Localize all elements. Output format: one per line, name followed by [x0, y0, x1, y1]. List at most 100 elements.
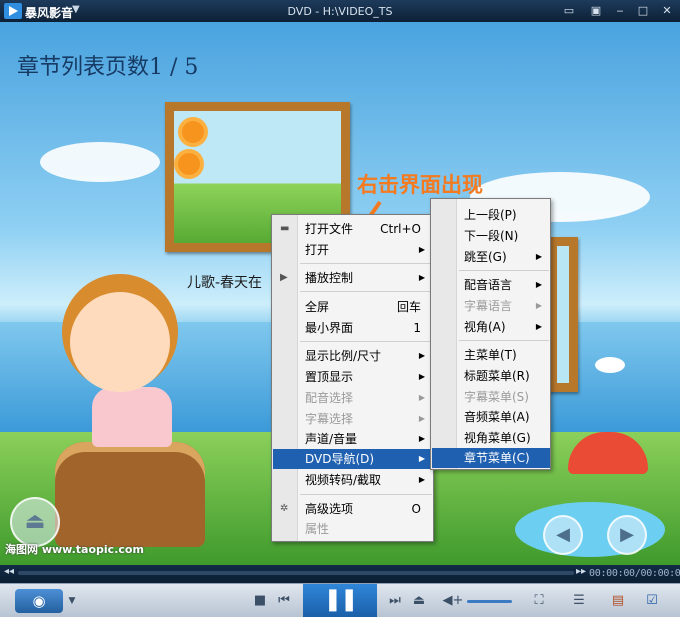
prev-chapter-button[interactable]: ◀	[543, 515, 583, 555]
menu-item-label: 视角(A)	[464, 320, 506, 334]
menu-item-shortcut: O	[411, 502, 421, 516]
minimize-icon[interactable]: ‒	[611, 3, 629, 19]
menu-item-transcode[interactable]: 视频转码/截取 ▶	[273, 470, 433, 490]
maximize-icon[interactable]: □	[634, 3, 652, 19]
menu-separator	[300, 263, 432, 264]
girl-head	[70, 292, 170, 392]
girl-body	[92, 387, 172, 447]
swan	[595, 357, 625, 373]
menu-item-label: 章节菜单(C)	[464, 451, 530, 465]
menu-item-label: 跳至(G)	[464, 250, 507, 264]
eject-small-icon[interactable]: ⏏	[410, 591, 428, 611]
toolbox-icon[interactable]: ▤	[608, 591, 628, 611]
rewind-icon[interactable]: ◂◂	[4, 566, 14, 577]
menu-item-audio-menu[interactable]: 音频菜单(A)	[432, 407, 550, 427]
menu-item-label: 视角菜单(G)	[464, 431, 531, 445]
title-bar: 暴风影音 ▼ DVD - H:\VIDEO_TS ▭ ▣ ‒ □ ✕	[0, 0, 680, 22]
submenu-arrow-icon: ▶	[535, 280, 542, 289]
close-icon[interactable]: ✕	[658, 3, 676, 19]
menu-separator	[459, 270, 549, 271]
watermark: 海图网 www.taopic.com	[5, 543, 144, 556]
menu-item-subtitle-language[interactable]: 字幕语言 ▶	[432, 296, 550, 316]
chapter-thumbnail-2[interactable]	[548, 237, 578, 392]
menu-item-label: 播放控制	[305, 271, 354, 285]
menu-item-label: 声道/音量	[305, 432, 358, 446]
chat-icon[interactable]: ▭	[560, 3, 578, 19]
stop-icon[interactable]: ■	[252, 591, 268, 611]
submenu-arrow-icon: ▶	[418, 273, 425, 282]
menu-item-jump-to[interactable]: 跳至(G) ▶	[432, 247, 550, 267]
menu-item-label: 字幕菜单(S)	[464, 390, 529, 404]
menu-item-subtitle-menu[interactable]: 字幕菜单(S)	[432, 387, 550, 407]
menu-separator	[459, 340, 549, 341]
submenu-arrow-icon: ▶	[535, 322, 542, 331]
menu-item-label: 最小界面	[305, 321, 354, 335]
menu-item-label: 配音语言	[464, 278, 513, 292]
next-chapter-button[interactable]: ▶	[607, 515, 647, 555]
menu-item-aspect-ratio[interactable]: 显示比例/尺寸 ▶	[273, 346, 433, 366]
eject-icon[interactable]: ⏏	[10, 497, 60, 547]
menu-item-next-segment[interactable]: 下一段(N)	[432, 226, 550, 246]
menu-item-label: 打开	[305, 243, 330, 257]
menu-item-label: 全屏	[305, 300, 330, 314]
fullscreen-icon[interactable]: ⛶	[530, 591, 548, 611]
menu-item-label: 高级选项	[305, 502, 354, 516]
menu-separator	[300, 494, 432, 495]
menu-item-angle-menu[interactable]: 视角菜单(G)	[432, 428, 550, 448]
task-check-icon[interactable]: ☑	[642, 591, 662, 611]
menu-item-fullscreen[interactable]: 全屏 回车	[273, 297, 433, 317]
menu-item-previous-segment[interactable]: 上一段(P)	[432, 205, 550, 225]
menu-item-label: 视频转码/截取	[305, 473, 382, 487]
previous-icon[interactable]: ⏮	[275, 591, 293, 611]
skin-icon[interactable]: ▣	[587, 3, 605, 19]
menu-item-main-menu[interactable]: 主菜单(T)	[432, 345, 550, 365]
menu-item-label: 下一段(N)	[464, 229, 519, 243]
submenu-arrow-icon: ▶	[418, 372, 425, 381]
flower-icon	[182, 121, 204, 143]
chapter-caption: 儿歌-春天在	[187, 275, 263, 291]
menu-item-subtitle-select[interactable]: 字幕选择 ▶	[273, 409, 433, 429]
menu-item-audio-language[interactable]: 配音语言 ▶	[432, 275, 550, 295]
seek-slider[interactable]	[18, 571, 574, 575]
menu-item-channel-volume[interactable]: 声道/音量 ▶	[273, 429, 433, 449]
cloud	[40, 142, 160, 182]
window-title: DVD - H:\VIDEO_TS	[287, 5, 393, 18]
menu-item-label: 主菜单(T)	[464, 348, 517, 362]
menu-item-open-file[interactable]: ▬ 打开文件 Ctrl+O	[273, 219, 433, 239]
control-bar: ◉ ▼ ■ ⏮ ❚❚ ⏭ ⏏ ◀+ ⛶ ☰ ▤ ☑	[0, 583, 680, 617]
dvd-navigation-submenu: 上一段(P) 下一段(N) 跳至(G) ▶ 配音语言 ▶ 字幕语言 ▶ 视角(A…	[430, 198, 551, 470]
eye-menu-chevron-icon[interactable]: ▼	[66, 591, 78, 611]
menu-item-always-on-top[interactable]: 置顶显示 ▶	[273, 367, 433, 387]
progress-bar: ◂◂ ▸▸ 00:00:00/00:00:00	[0, 565, 680, 583]
volume-slider[interactable]	[467, 600, 512, 603]
menu-item-label: DVD导航(D)	[305, 452, 375, 466]
menu-item-shortcut: 回车	[396, 300, 421, 314]
pause-button[interactable]: ❚❚	[303, 584, 377, 617]
playlist-icon[interactable]: ☰	[570, 591, 588, 611]
eye-icon[interactable]: ◉	[15, 589, 63, 613]
menu-item-chapter-menu[interactable]: 章节菜单(C)	[432, 448, 550, 468]
menu-item-label: 音频菜单(A)	[464, 410, 530, 424]
submenu-arrow-icon: ▶	[535, 301, 542, 310]
menu-item-label: 显示比例/尺寸	[305, 349, 382, 363]
menu-item-playback-control[interactable]: ▶ 播放控制 ▶	[273, 268, 433, 288]
menu-item-angle[interactable]: 视角(A) ▶	[432, 317, 550, 337]
open-file-icon: ▬	[280, 223, 290, 234]
fast-forward-icon[interactable]: ▸▸	[576, 566, 586, 577]
submenu-arrow-icon: ▶	[535, 252, 542, 261]
menu-item-label: 配音选择	[305, 391, 354, 405]
menu-item-label: 置顶显示	[305, 370, 354, 384]
next-icon[interactable]: ⏭	[386, 591, 404, 611]
menu-item-audio-select[interactable]: 配音选择 ▶	[273, 388, 433, 408]
menu-item-advanced-options[interactable]: ✲ 高级选项 O	[273, 499, 433, 519]
menu-item-label: 字幕选择	[305, 412, 354, 426]
volume-icon[interactable]: ◀+	[442, 591, 464, 611]
menu-item-dvd-navigation[interactable]: DVD导航(D) ▶	[273, 449, 433, 469]
menu-item-open[interactable]: 打开 ▶	[273, 240, 433, 260]
menu-item-label: 属性	[305, 522, 330, 536]
menu-item-properties[interactable]: 属性	[273, 519, 433, 539]
menu-item-title-menu[interactable]: 标题菜单(R)	[432, 366, 550, 386]
chapter-page-count: 章节列表页数1 / 5	[17, 55, 199, 80]
menu-item-label: 上一段(P)	[464, 208, 517, 222]
menu-item-mini-mode[interactable]: 最小界面 1	[273, 318, 433, 338]
